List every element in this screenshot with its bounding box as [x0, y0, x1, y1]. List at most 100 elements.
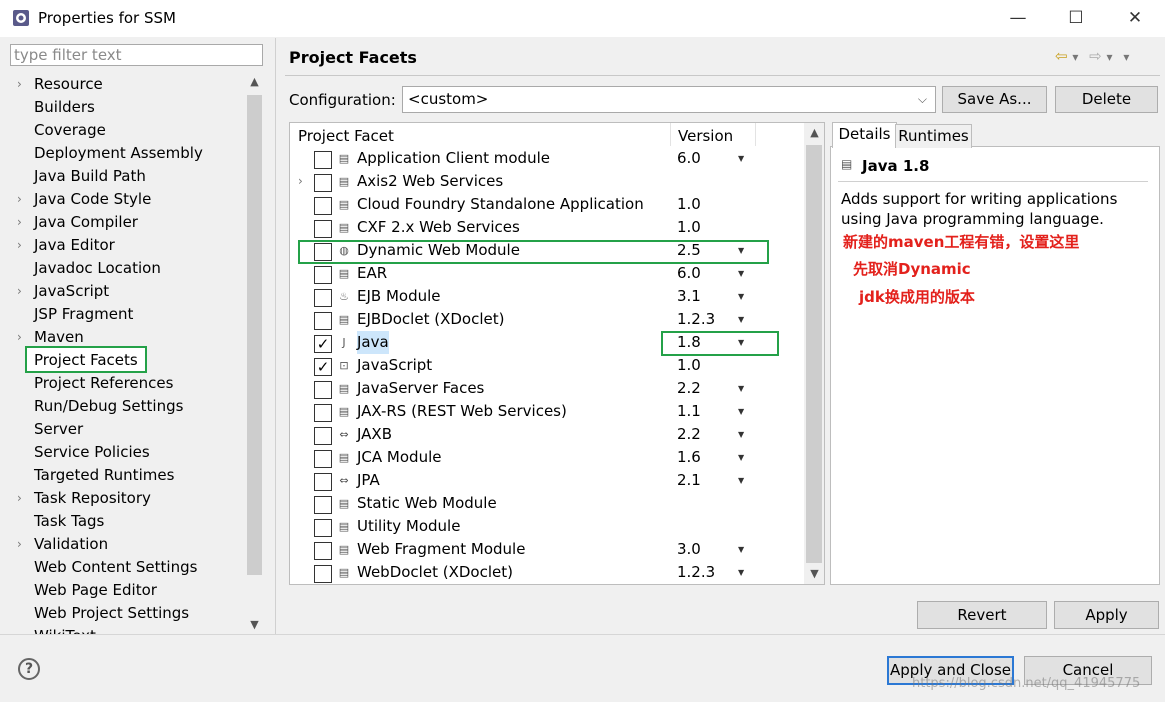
- facet-checkbox[interactable]: [314, 542, 332, 560]
- chevron-right-icon[interactable]: ›: [17, 73, 22, 96]
- version-dropdown-icon[interactable]: ▼: [738, 147, 744, 170]
- facet-version[interactable]: 1.6: [677, 446, 701, 469]
- version-dropdown-icon[interactable]: ▼: [738, 262, 744, 285]
- apply-button[interactable]: Apply: [1054, 601, 1159, 629]
- chevron-right-icon[interactable]: ›: [298, 170, 303, 193]
- facet-row[interactable]: ▤ WebDoclet (XDoclet) 1.2.3 ▼: [290, 561, 804, 584]
- sidebar-item[interactable]: Run/Debug Settings: [4, 395, 245, 418]
- facet-version[interactable]: 2.1: [677, 469, 701, 492]
- facet-row[interactable]: ▤ Static Web Module: [290, 492, 804, 515]
- chevron-right-icon[interactable]: ›: [17, 487, 22, 510]
- facet-row[interactable]: ▤ Utility Module: [290, 515, 804, 538]
- facet-row[interactable]: ♨ EJB Module 3.1 ▼: [290, 285, 804, 308]
- scroll-up-icon[interactable]: ▲: [806, 123, 823, 143]
- facet-checkbox[interactable]: [314, 496, 332, 514]
- chevron-right-icon[interactable]: ›: [17, 533, 22, 556]
- facet-row[interactable]: ▤ Cloud Foundry Standalone Application 1.0: [290, 193, 804, 216]
- facet-checkbox[interactable]: [314, 289, 332, 307]
- back-menu-icon[interactable]: ▾: [1072, 50, 1078, 64]
- sidebar-item[interactable]: Project Facets: [4, 349, 245, 372]
- facet-row[interactable]: ✓ ⊡ JavaScript 1.0: [290, 354, 804, 377]
- facet-row[interactable]: › ▤ Axis2 Web Services: [290, 170, 804, 193]
- version-dropdown-icon[interactable]: ▼: [738, 561, 744, 584]
- maximize-button[interactable]: ☐: [1053, 4, 1099, 32]
- forward-menu-icon[interactable]: ▾: [1107, 50, 1113, 64]
- version-dropdown-icon[interactable]: ▼: [738, 285, 744, 308]
- facet-checkbox[interactable]: [314, 519, 332, 537]
- facet-version[interactable]: 2.2: [677, 377, 701, 400]
- revert-button[interactable]: Revert: [917, 601, 1047, 629]
- facet-version[interactable]: 1.0: [677, 193, 701, 216]
- sidebar-item[interactable]: › Validation: [4, 533, 245, 556]
- facet-row[interactable]: ▤ Application Client module 6.0 ▼: [290, 147, 804, 170]
- sidebar-item[interactable]: › Java Editor: [4, 234, 245, 257]
- facet-row[interactable]: ▤ JAX-RS (REST Web Services) 1.1 ▼: [290, 400, 804, 423]
- version-dropdown-icon[interactable]: ▼: [738, 446, 744, 469]
- facet-row[interactable]: ⇔ JPA 2.1 ▼: [290, 469, 804, 492]
- filter-input[interactable]: [10, 44, 263, 66]
- scroll-down-icon[interactable]: ▼: [246, 615, 263, 635]
- facet-row[interactable]: ▤ CXF 2.x Web Services 1.0: [290, 216, 804, 239]
- minimize-button[interactable]: —: [995, 4, 1041, 32]
- sidebar-item[interactable]: Service Policies: [4, 441, 245, 464]
- facet-checkbox[interactable]: [314, 404, 332, 422]
- facet-version[interactable]: 1.0: [677, 354, 701, 377]
- facet-checkbox[interactable]: ✓: [314, 358, 332, 376]
- facet-row[interactable]: ▤ JCA Module 1.6 ▼: [290, 446, 804, 469]
- pane-splitter[interactable]: [275, 38, 276, 634]
- facet-row[interactable]: ▤ JavaServer Faces 2.2 ▼: [290, 377, 804, 400]
- tree-scroll-thumb[interactable]: [247, 95, 262, 575]
- facet-version[interactable]: 1.0: [677, 216, 701, 239]
- tab-runtimes[interactable]: Runtimes: [895, 124, 972, 148]
- facet-checkbox[interactable]: [314, 565, 332, 583]
- sidebar-item[interactable]: › JavaScript: [4, 280, 245, 303]
- sidebar-item[interactable]: Server: [4, 418, 245, 441]
- sidebar-item[interactable]: Targeted Runtimes: [4, 464, 245, 487]
- facet-version[interactable]: 1.1: [677, 400, 701, 423]
- version-dropdown-icon[interactable]: ▼: [738, 469, 744, 492]
- sidebar-item[interactable]: Project References: [4, 372, 245, 395]
- sidebar-item[interactable]: Task Tags: [4, 510, 245, 533]
- help-icon[interactable]: ?: [18, 658, 40, 680]
- sidebar-item[interactable]: › Java Code Style: [4, 188, 245, 211]
- scroll-down-icon[interactable]: ▼: [806, 564, 823, 584]
- save-as-button[interactable]: Save As...: [942, 86, 1047, 113]
- facet-version[interactable]: 1.2.3: [677, 308, 715, 331]
- facet-checkbox[interactable]: [314, 174, 332, 192]
- facet-checkbox[interactable]: [314, 381, 332, 399]
- facet-version[interactable]: 3.0: [677, 538, 701, 561]
- delete-button[interactable]: Delete: [1055, 86, 1158, 113]
- facet-row[interactable]: ▤ Web Fragment Module 3.0 ▼: [290, 538, 804, 561]
- scroll-up-icon[interactable]: ▲: [246, 72, 263, 92]
- column-divider[interactable]: [755, 123, 756, 146]
- version-dropdown-icon[interactable]: ▼: [738, 308, 744, 331]
- sidebar-item[interactable]: Coverage: [4, 119, 245, 142]
- sidebar-item[interactable]: Web Content Settings: [4, 556, 245, 579]
- facet-checkbox[interactable]: [314, 473, 332, 491]
- close-button[interactable]: ✕: [1112, 4, 1158, 32]
- sidebar-item[interactable]: › Resource: [4, 73, 245, 96]
- facet-version[interactable]: 2.2: [677, 423, 701, 446]
- facet-version[interactable]: 6.0: [677, 262, 701, 285]
- version-dropdown-icon[interactable]: ▼: [738, 400, 744, 423]
- view-menu-icon[interactable]: ▾: [1123, 50, 1129, 64]
- tab-details[interactable]: Details: [832, 122, 897, 148]
- sidebar-item[interactable]: › Maven: [4, 326, 245, 349]
- facet-row[interactable]: ▤ EAR 6.0 ▼: [290, 262, 804, 285]
- sidebar-item[interactable]: Web Project Settings: [4, 602, 245, 625]
- facet-version[interactable]: 6.0: [677, 147, 701, 170]
- version-dropdown-icon[interactable]: ▼: [738, 423, 744, 446]
- column-divider[interactable]: [670, 123, 671, 146]
- sidebar-item[interactable]: › Java Compiler: [4, 211, 245, 234]
- chevron-right-icon[interactable]: ›: [17, 188, 22, 211]
- back-arrow-icon[interactable]: ⇦: [1055, 47, 1068, 65]
- column-header-version[interactable]: Version: [678, 127, 733, 145]
- sidebar-item[interactable]: JSP Fragment: [4, 303, 245, 326]
- facet-checkbox[interactable]: ✓: [314, 335, 332, 353]
- facet-checkbox[interactable]: [314, 427, 332, 445]
- sidebar-item[interactable]: Builders: [4, 96, 245, 119]
- sidebar-item[interactable]: Deployment Assembly: [4, 142, 245, 165]
- sidebar-item[interactable]: Javadoc Location: [4, 257, 245, 280]
- facet-checkbox[interactable]: [314, 266, 332, 284]
- facet-row[interactable]: ⇔ JAXB 2.2 ▼: [290, 423, 804, 446]
